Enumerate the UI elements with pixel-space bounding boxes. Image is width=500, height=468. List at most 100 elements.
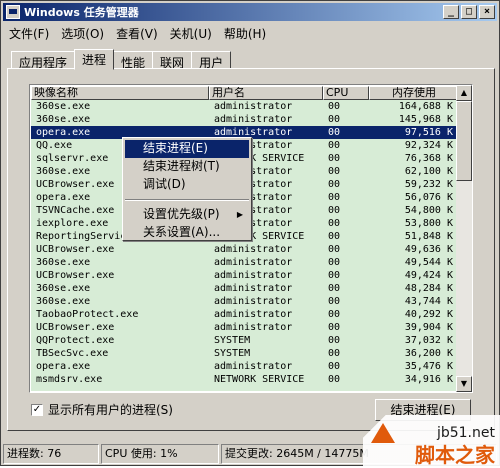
ctx-set-affinity[interactable]: 关系设置(A)... (125, 224, 249, 242)
show-all-users-checkbox[interactable]: ✓ 显示所有用户的进程(S) (31, 401, 173, 418)
table-row[interactable]: 360se.exe administrator 00 43,744 K (31, 295, 457, 308)
column-memory[interactable]: 内存使用 (369, 86, 457, 100)
ctx-end-process[interactable]: 结束进程(E) (125, 140, 249, 158)
ctx-set-priority-label: 设置优先级(P) (143, 207, 220, 221)
scrollbar-thumb[interactable] (456, 101, 472, 181)
process-memory: 164,688 K (398, 101, 453, 112)
table-row[interactable]: 360se.exe administrator 00 49,544 K (31, 256, 457, 269)
process-cpu: 00 (328, 322, 341, 333)
process-memory: 40,292 K (404, 309, 453, 320)
minimize-button[interactable]: _ (443, 5, 459, 19)
table-row[interactable]: UCBrowser.exe administrator 00 49,636 K (31, 243, 457, 256)
process-user: administrator (214, 322, 293, 333)
process-memory: 145,968 K (398, 114, 453, 125)
checkbox-check-icon[interactable]: ✓ (31, 403, 43, 416)
process-name: TaobaoProtect.exe (36, 309, 139, 320)
table-row[interactable]: UCBrowser.exe administrator 00 39,904 K (31, 321, 457, 334)
process-cpu: 00 (328, 257, 341, 268)
process-name: QQProtect.exe (36, 335, 115, 346)
process-memory: 92,324 K (404, 140, 453, 151)
process-user: administrator (214, 283, 293, 294)
table-row[interactable]: TaobaoProtect.exe administrator 00 40,292 K (31, 308, 457, 321)
title-bar[interactable]: Windows 任务管理器 _ □ × (3, 3, 497, 21)
task-manager-icon (6, 5, 20, 19)
scroll-down-arrow-icon[interactable]: ▼ (456, 376, 472, 392)
column-cpu[interactable]: CPU (323, 86, 369, 100)
process-user: administrator (214, 244, 293, 255)
process-memory: 54,800 K (404, 205, 453, 216)
process-memory: 51,848 K (404, 231, 453, 242)
task-manager-window: Windows 任务管理器 _ □ × 文件(F) 选项(O) 查看(V) 关机… (0, 0, 500, 467)
process-name: opera.exe (36, 361, 91, 372)
process-cpu: 00 (328, 361, 341, 372)
table-row[interactable]: opera.exe administrator 00 35,476 K (31, 360, 457, 373)
menu-view[interactable]: 查看(V) (110, 25, 164, 42)
process-cpu: 00 (328, 140, 341, 151)
process-memory: 34,916 K (404, 374, 453, 385)
process-cpu: 00 (328, 231, 341, 242)
menu-help[interactable]: 帮助(H) (218, 25, 272, 42)
process-memory: 53,800 K (404, 218, 453, 229)
ctx-end-process-tree[interactable]: 结束进程树(T) (125, 158, 249, 176)
scroll-up-arrow-icon[interactable]: ▲ (456, 85, 472, 101)
process-name: msmdsrv.exe (36, 374, 103, 385)
tab-strip: 应用程序 进程 性能 联网 用户 (11, 49, 232, 70)
menu-shutdown[interactable]: 关机(U) (164, 25, 218, 42)
process-cpu: 00 (328, 283, 341, 294)
process-cpu: 00 (328, 179, 341, 190)
process-memory: 35,476 K (404, 361, 453, 372)
process-user: administrator (214, 101, 293, 112)
process-memory: 62,100 K (404, 166, 453, 177)
vertical-scrollbar[interactable]: ▲ ▼ (456, 85, 472, 392)
column-image-name[interactable]: 映像名称 (31, 86, 209, 100)
process-cpu: 00 (328, 166, 341, 177)
process-memory: 36,200 K (404, 348, 453, 359)
window-title: Windows 任务管理器 (24, 6, 139, 19)
table-row[interactable]: 360se.exe administrator 00 48,284 K (31, 282, 457, 295)
process-user: administrator (214, 361, 293, 372)
maximize-button[interactable]: □ (461, 5, 477, 19)
ctx-debug[interactable]: 调试(D) (125, 176, 249, 194)
process-cpu: 00 (328, 309, 341, 320)
process-memory: 49,544 K (404, 257, 453, 268)
table-row[interactable]: 360se.exe administrator 00 164,688 K (31, 100, 457, 113)
process-memory: 49,424 K (404, 270, 453, 281)
table-row[interactable]: QQProtect.exe SYSTEM 00 37,032 K (31, 334, 457, 347)
process-cpu: 00 (328, 296, 341, 307)
process-cpu: 00 (328, 270, 341, 281)
process-user: administrator (214, 270, 293, 281)
close-button[interactable]: × (479, 5, 495, 19)
process-memory: 76,368 K (404, 153, 453, 164)
tab-applications[interactable]: 应用程序 (11, 51, 76, 70)
process-cpu: 00 (328, 218, 341, 229)
process-name: 360se.exe (36, 283, 91, 294)
process-user: SYSTEM (214, 348, 251, 359)
table-row[interactable]: 360se.exe administrator 00 145,968 K (31, 113, 457, 126)
context-menu: 结束进程(E) 结束进程树(T) 调试(D) 设置优先级(P) ▶ 关系设置(A)… (122, 137, 252, 241)
watermark-name: 脚本之家 (415, 443, 495, 467)
process-memory: 59,232 K (404, 179, 453, 190)
process-cpu: 00 (328, 127, 341, 138)
process-name: 360se.exe (36, 296, 91, 307)
process-memory: 37,032 K (404, 335, 453, 346)
menu-options[interactable]: 选项(O) (55, 25, 110, 42)
process-cpu: 00 (328, 244, 341, 255)
table-row[interactable]: UCBrowser.exe administrator 00 49,424 K (31, 269, 457, 282)
menu-file[interactable]: 文件(F) (3, 25, 55, 42)
tab-networking[interactable]: 联网 (152, 51, 193, 70)
process-user: administrator (214, 309, 293, 320)
column-user-name[interactable]: 用户名 (209, 86, 323, 100)
process-cpu: 00 (328, 374, 341, 385)
tab-users[interactable]: 用户 (191, 51, 232, 70)
table-row[interactable]: msmdsrv.exe NETWORK SERVICE 00 34,916 K (31, 373, 457, 386)
process-memory: 48,284 K (404, 283, 453, 294)
table-row[interactable]: TBSecSvc.exe SYSTEM 00 36,200 K (31, 347, 457, 360)
tab-performance[interactable]: 性能 (113, 51, 154, 70)
tab-processes[interactable]: 进程 (74, 49, 115, 70)
process-name: UCBrowser.exe (36, 270, 115, 281)
submenu-arrow-icon: ▶ (236, 210, 243, 219)
ctx-set-priority[interactable]: 设置优先级(P) ▶ (125, 206, 249, 224)
process-cpu: 00 (328, 348, 341, 359)
process-name: 360se.exe (36, 101, 91, 112)
process-name: 360se.exe (36, 114, 91, 125)
